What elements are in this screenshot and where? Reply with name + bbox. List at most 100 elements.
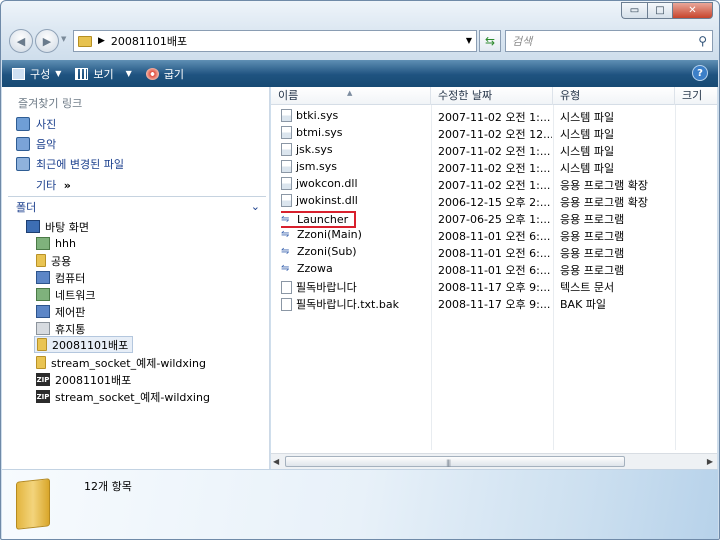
views-icon xyxy=(75,67,89,80)
file-type-cell: BAK 파일 xyxy=(560,298,607,311)
column-header-size[interactable]: 크기 xyxy=(675,87,717,105)
file-row[interactable]: jsk.sys 2007-11-02 오전 1:... 시스템 파일 xyxy=(271,142,717,159)
file-type-cell: 응용 프로그램 xyxy=(560,247,625,260)
sys-file-icon xyxy=(281,109,292,122)
item-count: 12개 항목 xyxy=(84,480,132,493)
file-name[interactable]: jsm.sys xyxy=(281,160,337,173)
tree-item-label: 컴퓨터 xyxy=(55,271,86,285)
file-name[interactable]: 필독바랍니다.txt.bak xyxy=(281,296,399,312)
scroll-right-icon[interactable]: ▶ xyxy=(707,457,713,466)
file-name-label: Launcher xyxy=(297,213,349,226)
favorite-pictures[interactable]: 사진 xyxy=(16,116,56,132)
tree-item-label: 네트워크 xyxy=(55,288,96,302)
file-name-cell[interactable]: ⇋ Launcher xyxy=(281,211,357,228)
tree-item-desktop[interactable]: 바탕 화면 xyxy=(26,218,89,235)
file-name-cell[interactable]: 필독바랍니다.txt.bak xyxy=(281,296,399,312)
more-favorites-link[interactable]: 기타 » xyxy=(36,177,71,193)
file-date-cell: 2006-12-15 오후 2:... xyxy=(438,196,551,209)
file-row[interactable]: 필독바랍니다.txt.bak 2008-11-17 오후 9:... BAK 파일 xyxy=(271,295,717,312)
burn-button[interactable]: 굽기 xyxy=(145,66,184,82)
folders-label: 폴더 xyxy=(16,200,37,214)
dll-file-icon xyxy=(281,177,292,190)
file-name-cell[interactable]: ⇋ Zzoni(Main) xyxy=(281,228,362,241)
organize-button[interactable]: 구성 ▼ xyxy=(12,66,61,82)
file-name-label: jwokinst.dll xyxy=(296,194,358,207)
file-row[interactable]: jsm.sys 2007-11-02 오전 1:... 시스템 파일 xyxy=(271,159,717,176)
file-name-cell[interactable]: jsk.sys xyxy=(281,143,333,156)
file-row[interactable]: btmi.sys 2007-11-02 오전 12... 시스템 파일 xyxy=(271,125,717,142)
file-name-cell[interactable]: ⇋ Zzoni(Sub) xyxy=(281,245,357,258)
address-dropdown-icon[interactable]: ▼ xyxy=(466,36,472,45)
file-name[interactable]: 필독바랍니다 xyxy=(281,279,357,295)
back-arrow-icon: ◀ xyxy=(16,34,26,48)
file-row[interactable]: jwokinst.dll 2006-12-15 오후 2:... 응용 프로그램 확… xyxy=(271,193,717,210)
file-name-cell[interactable]: btki.sys xyxy=(281,109,338,122)
scrollbar-thumb[interactable]: ||| xyxy=(285,456,625,467)
file-name-cell[interactable]: 필독바랍니다 xyxy=(281,279,357,295)
file-name[interactable]: ⇋ Zzoni(Main) xyxy=(281,228,362,241)
horizontal-scrollbar[interactable]: ◀ ||| ▶ xyxy=(271,453,717,469)
file-name[interactable]: jwokinst.dll xyxy=(281,194,358,207)
file-name[interactable]: ⇋ Zzoni(Sub) xyxy=(281,245,357,258)
search-input[interactable]: 검색 ⚲ xyxy=(505,30,713,52)
file-name[interactable]: btmi.sys xyxy=(281,126,343,139)
tree-item-zip-stream[interactable]: ZIP stream_socket_예제-wildxing xyxy=(36,388,210,405)
tree-item-selected-folder[interactable]: 20081101배포 xyxy=(34,336,134,353)
back-button[interactable]: ◀ xyxy=(9,29,33,53)
minimize-button[interactable]: ▭ xyxy=(621,2,647,19)
column-header-type[interactable]: 유형 xyxy=(553,87,675,105)
file-row[interactable]: jwokcon.dll 2007-11-02 오전 1:... 응용 프로그램 확장 xyxy=(271,176,717,193)
folders-header[interactable]: 폴더 ⌄ xyxy=(8,196,266,216)
favorite-music[interactable]: 음악 xyxy=(16,136,56,152)
explorer-window: ▭ □ ✕ ◀ ▶ ▼ ▶ 20081101배포 ▼ ⇆ 검색 ⚲ 구성 ▼ 보… xyxy=(0,0,720,540)
refresh-button[interactable]: ⇆ xyxy=(479,30,501,52)
file-name[interactable]: btki.sys xyxy=(281,109,338,122)
folder-icon xyxy=(78,35,92,47)
tree-item-public[interactable]: 공용 xyxy=(36,252,71,269)
file-row[interactable]: 필독바랍니다 2008-11-17 오후 9:... 텍스트 문서 xyxy=(271,278,717,295)
column-label: 수정한 날짜 xyxy=(438,89,493,102)
breadcrumb-chevron-icon[interactable]: ▶ xyxy=(98,36,105,46)
maximize-button[interactable]: □ xyxy=(647,2,673,19)
column-header-name[interactable]: ▲ 이름 xyxy=(271,87,431,105)
file-type-cell: 응용 프로그램 xyxy=(560,230,625,243)
breadcrumb-current[interactable]: 20081101배포 xyxy=(111,33,187,49)
tree-item-control-panel[interactable]: 제어판 xyxy=(36,303,85,320)
refresh-icon: ⇆ xyxy=(484,34,496,48)
views-button[interactable]: 보기 ▼ xyxy=(75,66,132,82)
tree-item-zip-20081101[interactable]: ZIP 20081101배포 xyxy=(36,371,131,388)
tree-item-stream-folder[interactable]: stream_socket_예제-wildxing xyxy=(36,354,206,371)
tree-item-network[interactable]: 네트워크 xyxy=(36,286,95,303)
file-row[interactable]: ⇋ Zzoni(Main) 2008-11-01 오전 6:... 응용 프로그램 xyxy=(271,227,717,244)
close-button[interactable]: ✕ xyxy=(673,2,713,19)
file-name[interactable]: jsk.sys xyxy=(281,143,333,156)
address-bar[interactable]: ▶ 20081101배포 ▼ xyxy=(73,30,477,52)
tree-item-hhh[interactable]: hhh xyxy=(36,235,76,252)
help-button[interactable]: ? xyxy=(692,65,708,81)
tree-item-label: stream_socket_예제-wildxing xyxy=(51,356,206,370)
file-name-cell[interactable]: jwokcon.dll xyxy=(281,177,358,190)
file-row[interactable]: ⇋ Zzowa 2008-11-01 오전 6:... 응용 프로그램 xyxy=(271,261,717,278)
file-row[interactable]: ⇋ Launcher 2007-06-25 오후 1:... 응용 프로그램 xyxy=(271,210,717,228)
file-name-cell[interactable]: btmi.sys xyxy=(281,126,343,139)
search-icon[interactable]: ⚲ xyxy=(698,34,707,48)
tree-item-recycle-bin[interactable]: 휴지통 xyxy=(36,320,85,337)
scroll-left-icon[interactable]: ◀ xyxy=(273,457,279,466)
file-row[interactable]: btki.sys 2007-11-02 오전 1:... 시스템 파일 xyxy=(271,108,717,125)
favorite-label: 음악 xyxy=(36,138,57,151)
file-name-cell[interactable]: jwokinst.dll xyxy=(281,194,358,207)
file-name-label: jwokcon.dll xyxy=(296,177,358,190)
tree-item-label: 공용 xyxy=(51,254,72,268)
file-name-cell[interactable]: jsm.sys xyxy=(281,160,337,173)
file-name-cell[interactable]: ⇋ Zzowa xyxy=(281,262,333,275)
forward-button[interactable]: ▶ xyxy=(35,29,59,53)
tree-item-computer[interactable]: 컴퓨터 xyxy=(36,269,85,286)
highlighted-file[interactable]: ⇋ Launcher xyxy=(281,211,357,228)
file-name[interactable]: jwokcon.dll xyxy=(281,177,358,190)
recent-pages-dropdown[interactable]: ▼ xyxy=(61,35,66,43)
tree-item-label: 20081101배포 xyxy=(55,373,132,387)
file-name[interactable]: ⇋ Zzowa xyxy=(281,262,333,275)
favorite-recently-changed[interactable]: 최근에 변경된 파일 xyxy=(16,156,124,172)
file-row[interactable]: ⇋ Zzoni(Sub) 2008-11-01 오전 6:... 응용 프로그램 xyxy=(271,244,717,261)
column-header-date[interactable]: 수정한 날짜 xyxy=(431,87,553,105)
